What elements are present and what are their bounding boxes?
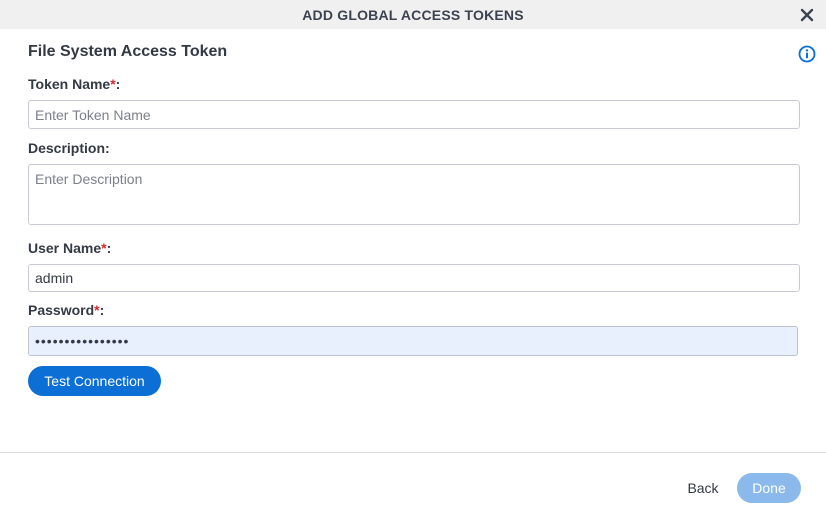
user-name-label: User Name*: [28, 240, 112, 256]
dialog-header: ADD GLOBAL ACCESS TOKENS [0, 0, 826, 29]
back-button[interactable]: Back [680, 474, 726, 502]
footer-divider [0, 452, 826, 453]
close-button[interactable] [798, 6, 816, 24]
dialog-title: ADD GLOBAL ACCESS TOKENS [302, 6, 524, 23]
done-button[interactable]: Done [737, 473, 801, 503]
token-name-label: Token Name*: [28, 76, 121, 92]
token-name-input[interactable] [28, 100, 800, 129]
password-label: Password*: [28, 302, 105, 318]
section-title: File System Access Token [28, 43, 228, 60]
close-icon [800, 8, 814, 22]
description-textarea[interactable] [28, 164, 800, 225]
password-input[interactable] [28, 326, 798, 356]
user-name-input[interactable] [28, 264, 800, 292]
info-icon[interactable] [798, 45, 816, 63]
test-connection-button[interactable]: Test Connection [28, 366, 161, 396]
description-label: Description: [28, 140, 110, 156]
